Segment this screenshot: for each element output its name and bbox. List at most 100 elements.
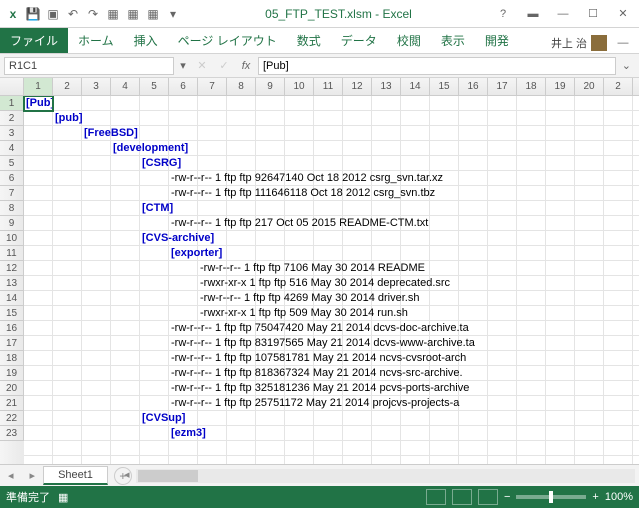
- row-header[interactable]: 12: [0, 261, 24, 276]
- row-header[interactable]: 15: [0, 306, 24, 321]
- col-header[interactable]: 12: [343, 78, 372, 95]
- tab-7[interactable]: 開発: [475, 28, 519, 53]
- row-header[interactable]: 1: [0, 96, 24, 111]
- row-header[interactable]: 14: [0, 291, 24, 306]
- row-header[interactable]: 17: [0, 336, 24, 351]
- cancel-icon[interactable]: ✕: [192, 59, 212, 72]
- row-header[interactable]: 10: [0, 231, 24, 246]
- col-header[interactable]: 11: [314, 78, 343, 95]
- name-box[interactable]: R1C1: [4, 57, 174, 75]
- cell[interactable]: [CSRG]: [142, 156, 181, 171]
- row-header[interactable]: 20: [0, 381, 24, 396]
- cell[interactable]: -rw-r--r-- 1 ftp ftp 107581781 May 21 20…: [171, 351, 466, 366]
- sheet-tab[interactable]: Sheet1: [43, 466, 108, 485]
- col-header[interactable]: 15: [430, 78, 459, 95]
- view-page-layout-button[interactable]: [452, 489, 472, 505]
- tab-3[interactable]: 数式: [287, 28, 331, 53]
- col-header[interactable]: 2: [604, 78, 633, 95]
- row-header[interactable]: 5: [0, 156, 24, 171]
- row-header[interactable]: 19: [0, 366, 24, 381]
- cell[interactable]: -rw-r--r-- 1 ftp ftp 111646118 Oct 18 20…: [171, 186, 435, 201]
- cell[interactable]: -rw-r--r-- 1 ftp ftp 325181236 May 21 20…: [171, 381, 469, 396]
- name-box-dropdown-icon[interactable]: ▾: [176, 59, 190, 72]
- redo-icon[interactable]: ↷: [84, 5, 102, 23]
- collapse-ribbon-icon[interactable]: —: [611, 33, 635, 53]
- col-header[interactable]: 14: [401, 78, 430, 95]
- col-header[interactable]: 13: [372, 78, 401, 95]
- tab-4[interactable]: データ: [331, 28, 387, 53]
- row-header[interactable]: 11: [0, 246, 24, 261]
- cell[interactable]: [Pub]: [24, 96, 53, 111]
- col-header[interactable]: 4: [111, 78, 140, 95]
- qat-dropdown-icon[interactable]: ▾: [164, 5, 182, 23]
- tab-5[interactable]: 校閲: [387, 28, 431, 53]
- col-header[interactable]: 7: [198, 78, 227, 95]
- col-header[interactable]: 20: [575, 78, 604, 95]
- col-header[interactable]: 6: [169, 78, 198, 95]
- user-name[interactable]: 井上 治: [551, 35, 587, 51]
- col-header[interactable]: 1: [24, 78, 53, 95]
- row-header[interactable]: 3: [0, 126, 24, 141]
- cell[interactable]: -rw-r--r-- 1 ftp ftp 818367324 May 21 20…: [171, 366, 463, 381]
- zoom-in-button[interactable]: +: [592, 491, 598, 503]
- row-header[interactable]: 21: [0, 396, 24, 411]
- close-icon[interactable]: ✕: [611, 4, 635, 24]
- minimize-icon[interactable]: —: [551, 4, 575, 24]
- cell[interactable]: [development]: [113, 141, 188, 156]
- tab-2[interactable]: ページ レイアウト: [168, 28, 287, 53]
- cells-area[interactable]: [Pub][pub][FreeBSD][development][CSRG]-r…: [24, 96, 639, 464]
- cell[interactable]: [FreeBSD]: [84, 126, 138, 141]
- expand-formula-bar-icon[interactable]: ⌄: [618, 59, 635, 72]
- cell[interactable]: [exporter]: [171, 246, 222, 261]
- col-header[interactable]: 19: [546, 78, 575, 95]
- tab-1[interactable]: 挿入: [124, 28, 168, 53]
- col-header[interactable]: 3: [82, 78, 111, 95]
- undo-icon[interactable]: ↶: [64, 5, 82, 23]
- cell[interactable]: -rwxr-xr-x 1 ftp ftp 516 May 30 2014 dep…: [200, 276, 450, 291]
- cell[interactable]: [CVSup]: [142, 411, 185, 426]
- row-header[interactable]: 7: [0, 186, 24, 201]
- qat-icon-1[interactable]: ▣: [44, 5, 62, 23]
- save-icon[interactable]: 💾: [24, 5, 42, 23]
- view-normal-button[interactable]: [426, 489, 446, 505]
- horizontal-scrollbar[interactable]: ◂ ▸: [136, 469, 635, 483]
- row-header[interactable]: 23: [0, 426, 24, 441]
- cell[interactable]: -rw-r--r-- 1 ftp ftp 83197565 May 21 201…: [171, 336, 475, 351]
- tab-file[interactable]: ファイル: [0, 28, 68, 53]
- maximize-icon[interactable]: ☐: [581, 4, 605, 24]
- row-header[interactable]: 9: [0, 216, 24, 231]
- col-header[interactable]: 8: [227, 78, 256, 95]
- qat-icon-4[interactable]: ▦: [144, 5, 162, 23]
- row-header[interactable]: 8: [0, 201, 24, 216]
- row-header[interactable]: 2: [0, 111, 24, 126]
- cell[interactable]: -rwxr-xr-x 1 ftp ftp 509 May 30 2014 run…: [200, 306, 408, 321]
- sheet-nav-next-icon[interactable]: ▸: [22, 469, 44, 482]
- zoom-level[interactable]: 100%: [605, 491, 633, 503]
- col-header[interactable]: 2: [53, 78, 82, 95]
- formula-input[interactable]: [258, 57, 616, 75]
- col-header[interactable]: 5: [140, 78, 169, 95]
- zoom-out-button[interactable]: −: [504, 491, 510, 503]
- zoom-slider[interactable]: [516, 495, 586, 499]
- view-page-break-button[interactable]: [478, 489, 498, 505]
- row-header[interactable]: 4: [0, 141, 24, 156]
- cell[interactable]: -rw-r--r-- 1 ftp ftp 7106 May 30 2014 RE…: [200, 261, 425, 276]
- cell[interactable]: [CVS-archive]: [142, 231, 214, 246]
- cell[interactable]: -rw-r--r-- 1 ftp ftp 92647140 Oct 18 201…: [171, 171, 443, 186]
- cell[interactable]: -rw-r--r-- 1 ftp ftp 4269 May 30 2014 dr…: [200, 291, 419, 306]
- row-header[interactable]: 13: [0, 276, 24, 291]
- select-all-corner[interactable]: [0, 78, 24, 95]
- sheet-nav-prev-icon[interactable]: ◂: [0, 469, 22, 482]
- col-header[interactable]: 9: [256, 78, 285, 95]
- macro-icon[interactable]: ▦: [58, 491, 68, 504]
- tab-6[interactable]: 表示: [431, 28, 475, 53]
- help-icon[interactable]: ?: [491, 4, 515, 24]
- ribbon-options-icon[interactable]: ▬: [521, 4, 545, 24]
- enter-icon[interactable]: ✓: [214, 59, 234, 72]
- cell[interactable]: [pub]: [55, 111, 82, 126]
- tab-0[interactable]: ホーム: [68, 28, 124, 53]
- scrollbar-thumb[interactable]: [138, 470, 198, 482]
- avatar[interactable]: [591, 35, 607, 51]
- fx-icon[interactable]: fx: [236, 60, 256, 72]
- col-header[interactable]: 17: [488, 78, 517, 95]
